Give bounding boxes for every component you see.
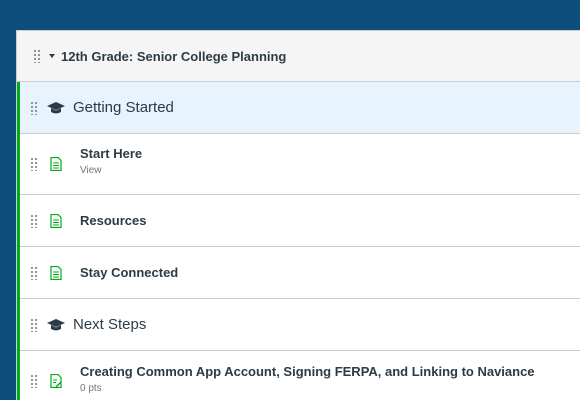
page-icon	[50, 157, 62, 171]
item-title[interactable]: Start Here	[80, 146, 142, 161]
item-title[interactable]: Creating Common App Account, Signing FER…	[80, 364, 535, 379]
collapse-caret-icon[interactable]	[49, 54, 55, 58]
drag-handle-icon[interactable]	[30, 157, 38, 171]
assignment-icon	[50, 374, 62, 388]
subheader-next-steps[interactable]: Next Steps	[20, 299, 580, 351]
graduation-cap-icon	[47, 318, 65, 330]
module-header[interactable]: 12th Grade: Senior College Planning	[17, 31, 580, 82]
item-common-app[interactable]: Creating Common App Account, Signing FER…	[20, 351, 580, 400]
drag-handle-icon[interactable]	[30, 213, 38, 228]
item-title[interactable]: Stay Connected	[80, 265, 178, 280]
graduation-cap-icon	[47, 101, 65, 113]
drag-handle-icon[interactable]	[30, 317, 38, 332]
subheader-getting-started[interactable]: Getting Started	[20, 82, 580, 134]
drag-handle-icon[interactable]	[30, 374, 38, 388]
module-items: Getting Started Start Here View Resource…	[17, 82, 580, 400]
module-title: 12th Grade: Senior College Planning	[61, 48, 287, 64]
drag-handle-icon[interactable]	[33, 49, 41, 63]
subheader-label: Next Steps	[73, 316, 147, 333]
item-start-here[interactable]: Start Here View	[20, 134, 580, 195]
drag-handle-icon[interactable]	[30, 265, 38, 280]
module-panel: 12th Grade: Senior College Planning Gett…	[16, 30, 580, 400]
item-stay-connected[interactable]: Stay Connected	[20, 247, 580, 299]
item-resources[interactable]: Resources	[20, 195, 580, 247]
drag-handle-icon[interactable]	[30, 100, 38, 115]
item-title[interactable]: Resources	[80, 213, 146, 228]
item-points: 0 pts	[80, 383, 102, 394]
subheader-label: Getting Started	[73, 99, 174, 116]
page-icon	[50, 265, 62, 280]
page-icon	[50, 213, 62, 228]
item-meta: View	[80, 165, 102, 176]
